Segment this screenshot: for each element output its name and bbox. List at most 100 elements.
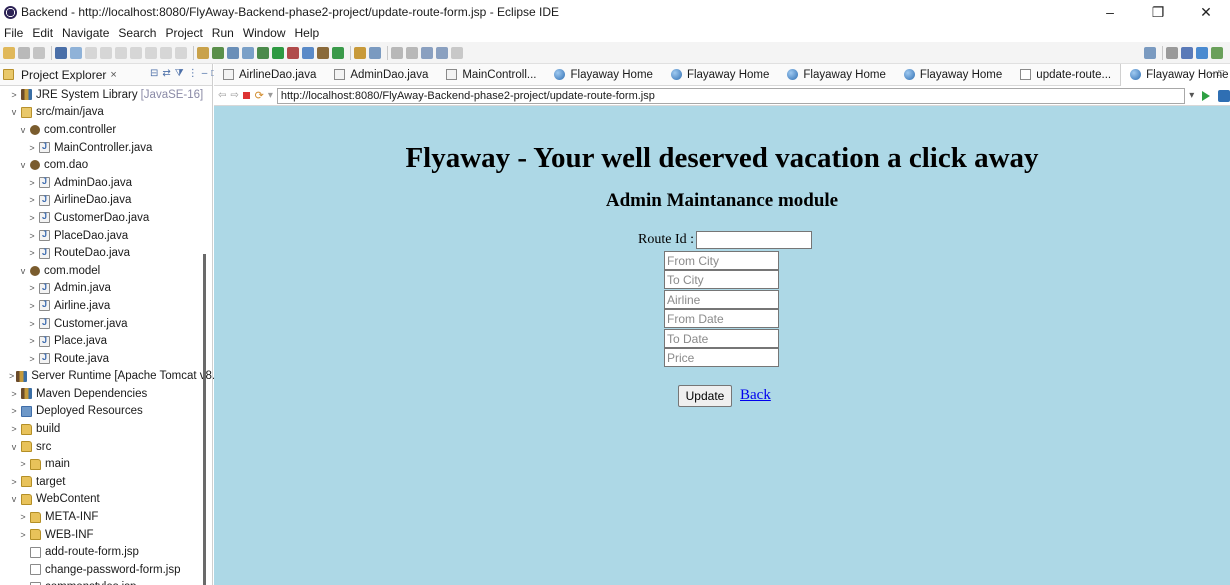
chevron-down-icon[interactable]: v — [18, 125, 28, 135]
chevron-right-icon[interactable]: > — [27, 354, 37, 364]
editor-tab[interactable]: MainControll... — [437, 64, 545, 86]
to-city-field[interactable] — [664, 270, 779, 289]
chevron-right-icon[interactable]: > — [18, 459, 28, 469]
chevron-right-icon[interactable]: > — [27, 319, 37, 329]
chevron-right-icon[interactable]: > — [9, 371, 14, 381]
open-type-icon[interactable] — [354, 46, 366, 59]
tree-item[interactable]: > Place.java — [0, 332, 205, 350]
chevron-down-icon[interactable]: v — [9, 107, 19, 117]
step-return-icon[interactable] — [175, 46, 187, 59]
editor-tab[interactable]: Flayaway Home — [778, 64, 894, 86]
tree-item[interactable]: change-password-form.jsp — [0, 561, 205, 579]
forward-nav-icon[interactable] — [436, 46, 448, 59]
tree-item[interactable]: v com.model — [0, 262, 205, 280]
tree-item[interactable]: > build — [0, 420, 205, 438]
java-ee-perspective-icon[interactable] — [1181, 47, 1193, 59]
maximize-button[interactable]: ❐ — [1134, 0, 1182, 24]
disconnect-icon[interactable] — [130, 46, 142, 59]
chevron-right-icon[interactable]: > — [9, 477, 19, 487]
tree-item[interactable]: v src/main/java — [0, 104, 205, 122]
chevron-right-icon[interactable]: > — [9, 389, 19, 399]
skip-breakpoints-icon[interactable] — [70, 46, 82, 59]
open-external-browser-icon[interactable] — [1218, 89, 1230, 102]
update-button[interactable]: Update — [678, 385, 732, 407]
editor-tab[interactable]: Flayaway Home — [545, 64, 661, 86]
chevron-right-icon[interactable]: > — [27, 248, 37, 258]
explorer-title[interactable]: Project Explorer — [21, 68, 106, 82]
debug-perspective-icon[interactable] — [1211, 47, 1223, 59]
menu-edit[interactable]: Edit — [32, 26, 53, 40]
chevron-right-icon[interactable]: > — [27, 301, 37, 311]
new-icon[interactable] — [3, 46, 15, 59]
suspend-icon[interactable] — [100, 46, 112, 59]
pin-editor-icon[interactable] — [451, 46, 463, 59]
menu-run[interactable]: Run — [212, 26, 234, 40]
editor-tab[interactable]: AdminDao.java — [325, 64, 437, 86]
minimize-editor-icon[interactable]: – □ — [1210, 68, 1224, 79]
search-icon[interactable] — [369, 46, 381, 59]
chevron-right-icon[interactable]: > — [18, 512, 28, 522]
tree-item[interactable]: v src — [0, 438, 205, 456]
menu-file[interactable]: File — [4, 26, 23, 40]
chevron-down-icon[interactable]: v — [9, 494, 19, 504]
minimize-button[interactable]: – — [1086, 0, 1134, 24]
chevron-right-icon[interactable]: > — [9, 90, 19, 100]
chevron-right-icon[interactable]: > — [9, 424, 19, 434]
tree-item[interactable]: > RouteDao.java — [0, 244, 205, 262]
chevron-down-icon[interactable]: ▾ — [268, 90, 273, 101]
tree-item[interactable]: > PlaceDao.java — [0, 227, 205, 245]
explorer-scrollbar[interactable] — [203, 254, 206, 585]
save-icon[interactable] — [18, 46, 30, 59]
tree-item[interactable]: > AdminDao.java — [0, 174, 205, 192]
from-city-field[interactable] — [664, 251, 779, 270]
minimize-view-icon[interactable]: – — [202, 68, 208, 79]
tree-item[interactable]: v WebContent — [0, 491, 205, 509]
chevron-right-icon[interactable]: > — [27, 336, 37, 346]
terminal-icon[interactable] — [55, 46, 67, 59]
route-id-input[interactable] — [696, 231, 812, 249]
menu-project[interactable]: Project — [165, 26, 202, 40]
close-icon[interactable]: × — [110, 69, 116, 81]
tree-item[interactable]: > target — [0, 473, 205, 491]
terminate-icon[interactable] — [115, 46, 127, 59]
filter-icon[interactable]: ⧩ — [175, 68, 184, 79]
run-last-icon[interactable] — [242, 46, 254, 59]
annotation-prev-icon[interactable] — [406, 46, 418, 59]
url-input[interactable] — [276, 87, 1186, 104]
annotation-next-icon[interactable] — [391, 46, 403, 59]
to-date-field[interactable] — [664, 329, 779, 348]
editor-tab[interactable]: update-route... — [1011, 64, 1120, 86]
java-perspective-icon[interactable] — [1196, 47, 1208, 59]
step-over-icon[interactable] — [160, 46, 172, 59]
servers-icon[interactable] — [212, 46, 224, 59]
resume-icon[interactable] — [85, 46, 97, 59]
debug-icon[interactable] — [227, 46, 239, 59]
save-all-icon[interactable] — [33, 46, 45, 59]
airline-field[interactable] — [664, 290, 779, 309]
tree-item[interactable]: > Admin.java — [0, 280, 205, 298]
tree-item[interactable]: > Route.java — [0, 350, 205, 368]
tree-item[interactable]: > AirlineDao.java — [0, 192, 205, 210]
tree-item[interactable]: v com.dao — [0, 156, 205, 174]
tree-item[interactable]: > META-INF — [0, 508, 205, 526]
tree-item[interactable]: > JRE System Library [JavaSE-16] — [0, 86, 205, 104]
chevron-right-icon[interactable]: > — [27, 143, 37, 153]
search-icon[interactable] — [1144, 47, 1156, 59]
chevron-right-icon[interactable]: > — [27, 213, 37, 223]
chevron-right-icon[interactable]: > — [27, 231, 37, 241]
external-tools-icon[interactable] — [287, 46, 299, 59]
chevron-down-icon[interactable]: v — [18, 160, 28, 170]
tree-item[interactable]: > Maven Dependencies — [0, 385, 205, 403]
tree-item[interactable]: > WEB-INF — [0, 526, 205, 544]
editor-tab[interactable]: Flayaway Home — [895, 64, 1011, 86]
tree-item[interactable]: > CustomerDao.java — [0, 209, 205, 227]
back-link[interactable]: Back — [740, 387, 771, 404]
chevron-down-icon[interactable]: v — [9, 442, 19, 452]
open-perspective-icon[interactable] — [1166, 47, 1178, 59]
tree-item[interactable]: v com.controller — [0, 121, 205, 139]
tree-item[interactable]: > Airline.java — [0, 297, 205, 315]
tree-item[interactable]: > main — [0, 455, 205, 473]
stop-icon[interactable] — [242, 92, 250, 99]
chevron-down-icon[interactable]: v — [18, 266, 28, 276]
menu-help[interactable]: Help — [295, 26, 320, 40]
